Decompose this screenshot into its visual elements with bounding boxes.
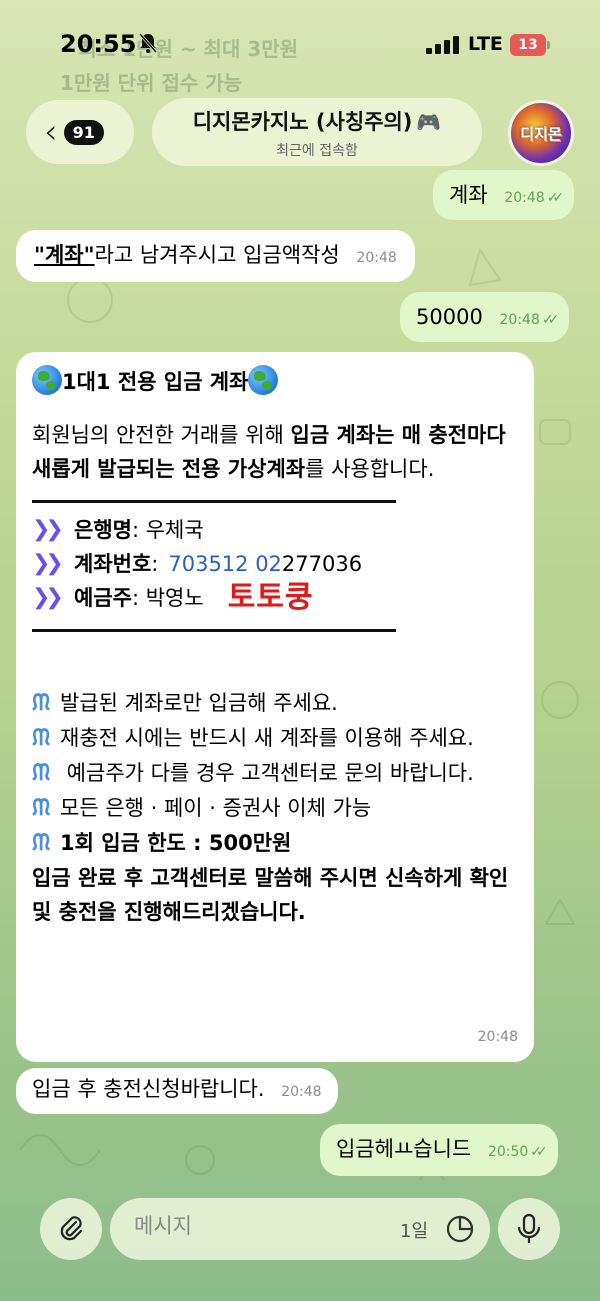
double-chevron-icon: ❯❯ [32,551,64,576]
holder-value: : 박영노 [131,586,204,610]
dna-icon: ᙏ [32,691,51,716]
message-heading: 1대1 전용 입금 계좌 [32,360,518,404]
dna-icon: ᙏ [32,831,51,856]
paperclip-icon [60,1216,83,1241]
chat-title: 디지몬카지노 (사칭주의) [192,110,413,134]
account-row: ❯❯ 계좌번호 : 703512 02 277036 [32,547,518,581]
double-check-icon: ✓✓ [546,190,565,206]
globe-icon [248,365,279,395]
timer-label: 1일 [400,1221,429,1242]
chat-header[interactable]: 디지몬카지노 (사칭주의) 🎮 최근에 접속함 [152,98,482,166]
message-bubble-outgoing[interactable]: 입금헤ㅛ습니드 20:50 ✓✓ [320,1124,558,1176]
limit-item: ᙏ 1회 입금 한도 : 500만원 [32,826,518,861]
bell-off-icon [138,33,158,53]
account-number-rest: 277036 [281,552,363,576]
message-bubble-incoming[interactable]: "계좌"라고 남겨주시고 입금액작성 20:48 [16,230,415,282]
message-time: 20:48 [281,1084,322,1100]
intro-plain: 회원님의 안전한 거래를 위해 [32,423,291,447]
message-text: 입금헤ㅛ습니드 [336,1137,472,1161]
network-label: LTE [468,33,503,55]
watermark-stamp: 토토쿵 [227,580,314,615]
note-text: 모든 은행 · 페이 · 증권사 이체 가능 [60,796,372,820]
dna-icon: ᙏ [32,761,51,786]
signal-icon [426,36,459,54]
message-text: 입금 후 충전신청바랍니다. [32,1077,265,1101]
bank-row: ❯❯ 은행명 : 우체국 [32,513,518,547]
closing-text: 입금 완료 후 고객센터로 말씀해 주시면 신속하게 확인 및 충전을 진행해드… [32,866,509,924]
message-bubble-incoming[interactable]: 1대1 전용 입금 계좌 회원님의 안전한 거래를 위해 입금 계좌는 매 충전… [16,352,534,1062]
double-check-icon: ✓✓ [541,312,560,328]
note-text: 발급된 계좌로만 입금해 주세요. [60,691,338,715]
note-item: ᙏ 재충전 시에는 반드시 새 계좌를 이용해 주세요. [32,721,518,756]
double-chevron-icon: ❯❯ [32,585,64,610]
microphone-icon [517,1213,541,1243]
chat-title-row: 디지몬카지노 (사칭주의) 🎮 [152,106,482,136]
note-item: ᙏ 예금주가 다를 경우 고객센터로 문의 바랍니다. [32,756,518,791]
globe-icon [32,365,62,395]
holder-label: 예금주 [74,586,132,610]
message-quote: "계좌" [34,243,95,267]
account-number-link[interactable]: 703512 02 [168,547,282,581]
note-item: ᙏ 발급된 계좌로만 입금해 주세요. [32,686,518,721]
divider [32,500,396,503]
message-time: 20:48 ✓✓ [499,312,560,328]
message-time: 20:48 [477,1029,518,1045]
divider [32,629,396,632]
message-text: 50000 [416,305,483,329]
battery-icon: 13 [510,34,550,56]
message-time: 20:48 ✓✓ [504,190,565,206]
double-check-icon: ✓✓ [530,1144,548,1160]
unread-badge: 91 [63,119,104,145]
gamepad-icon: 🎮 [416,110,442,134]
note-item: ᙏ 모든 은행 · 페이 · 증권사 이체 가능 [32,791,518,826]
account-sep: : [151,552,159,576]
message-bubble-outgoing[interactable]: 계좌 20:48 ✓✓ [433,170,575,220]
message-text: 계좌 [449,183,488,207]
account-label: 계좌번호 [74,552,152,576]
message-time: 20:48 [356,250,397,266]
intro-paragraph: 회원님의 안전한 거래를 위해 입금 계좌는 매 충전마다 새롭게 발급되는 전… [32,418,518,486]
limit-text: 1회 입금 한도 : 500만원 [60,831,292,855]
battery-level: 13 [510,34,546,56]
message-composer: 1일 [110,1198,490,1260]
heading-text: 1대1 전용 입금 계좌 [62,370,249,394]
double-chevron-icon: ❯❯ [32,517,64,542]
chevron-left-icon: ‹ [44,112,58,152]
avatar[interactable]: 디지몬 [508,100,574,166]
note-text: 재충전 시에는 반드시 새 계좌를 이용해 주세요. [60,726,474,750]
sticker-icon[interactable] [444,1213,476,1245]
back-button[interactable]: ‹ 91 [26,100,134,164]
dna-icon: ᙏ [32,726,51,751]
avatar-logo: 디지몬 [520,124,562,143]
holder-row: ❯❯ 예금주 : 박영노 토토쿵 [32,581,518,615]
chat-subtitle: 최근에 접속함 [276,143,358,159]
bank-label: 은행명 [74,518,132,542]
intro-end: 를 사용합니다. [305,457,435,481]
message-input[interactable] [134,1214,384,1238]
status-time: 20:55 [60,30,137,58]
message-bubble-incoming[interactable]: 입금 후 충전신청바랍니다. 20:48 [16,1068,338,1114]
dna-icon: ᙏ [32,796,51,821]
message-text: 라고 남겨주시고 입금액작성 [94,243,340,267]
message-time: 20:50 ✓✓ [487,1144,548,1160]
attach-button[interactable] [40,1198,102,1260]
message-bubble-outgoing[interactable]: 50000 20:48 ✓✓ [400,292,570,342]
bank-value: : 우체국 [131,518,204,542]
microphone-button[interactable] [498,1198,560,1260]
status-bar: 20:55 LTE 13 [0,0,600,90]
note-text: 예금주가 다를 경우 고객센터로 문의 바랍니다. [60,761,474,785]
